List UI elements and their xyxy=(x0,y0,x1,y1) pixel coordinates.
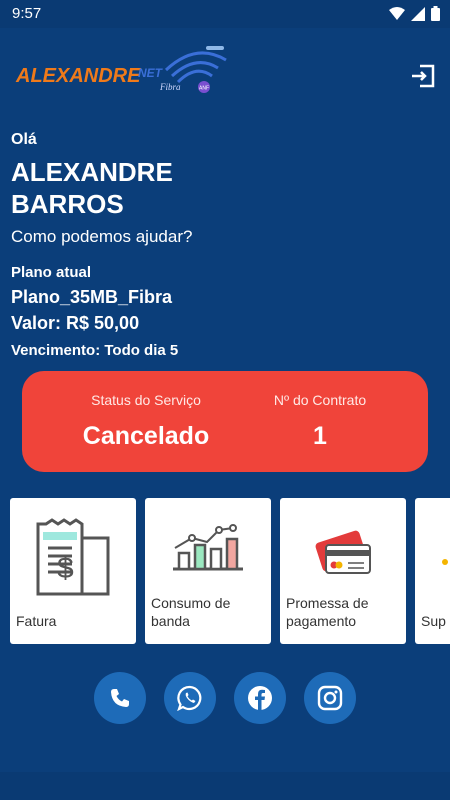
svg-text:$: $ xyxy=(57,552,74,585)
tile-fatura-label: Fatura xyxy=(16,613,57,629)
support-icon xyxy=(442,559,448,565)
invoice-icon: $ xyxy=(36,518,110,596)
svg-text:ANF: ANF xyxy=(199,86,209,92)
battery-icon xyxy=(431,6,440,21)
plan-due-date: Vencimento: Todo dia 5 xyxy=(11,342,179,359)
tile-promessa-label-line1: Promessa de xyxy=(286,595,369,611)
contract-number-label: Nº do Contrato xyxy=(273,392,367,408)
tile-suporte-label: Sup xyxy=(421,613,446,629)
bar-chart-icon xyxy=(173,524,243,571)
tile-promessa-pagamento[interactable]: Promessa de pagamento xyxy=(280,498,406,644)
contract-number-value: 1 xyxy=(313,422,327,450)
status-time: 9:57 xyxy=(12,5,42,22)
instagram-icon xyxy=(317,685,343,711)
tile-promessa-label-line2: pagamento xyxy=(286,613,357,629)
signal-icon xyxy=(411,6,425,21)
brand-logo: ANF ALEXANDRE NET Fibra xyxy=(14,44,229,104)
credit-card-icon xyxy=(315,530,371,574)
plan-label: Plano atual xyxy=(11,264,92,281)
svg-text:Fibra: Fibra xyxy=(159,82,181,92)
phone-icon xyxy=(111,689,129,707)
navigation-bar xyxy=(0,772,450,800)
status-icons xyxy=(389,6,440,21)
help-question: Como podemos ajudar? xyxy=(11,227,193,246)
logout-icon xyxy=(412,64,435,88)
tile-consumo-banda[interactable]: Consumo de banda xyxy=(145,498,271,644)
status-bar: 9:57 xyxy=(0,0,450,28)
user-name: ALEXANDRE BARROS xyxy=(11,157,173,219)
phone-button[interactable] xyxy=(94,672,146,724)
service-status-label: Status do Serviço xyxy=(91,392,201,408)
contract-column: Nº do Contrato 1 xyxy=(242,371,398,451)
svg-text:NET: NET xyxy=(138,66,164,80)
wifi-icon xyxy=(389,6,405,20)
tile-consumo-label-line2: banda xyxy=(151,613,190,629)
greeting-hello: Olá xyxy=(11,131,37,148)
whatsapp-button[interactable] xyxy=(164,672,216,724)
facebook-button[interactable] xyxy=(234,672,286,724)
tile-consumo-label-line1: Consumo de xyxy=(151,595,231,611)
service-status-column: Status do Serviço Cancelado xyxy=(60,371,232,451)
tile-suporte[interactable]: Sup xyxy=(415,498,450,644)
tile-consumo-label: Consumo de banda xyxy=(151,594,230,630)
plan-value: Valor: R$ 50,00 xyxy=(11,313,140,333)
plan-name: Plano_35MB_Fibra xyxy=(11,287,173,307)
instagram-button[interactable] xyxy=(304,672,356,724)
service-status-value: Cancelado xyxy=(82,422,210,450)
action-tiles: $ Fatura Consumo de banda Promessa de pa… xyxy=(10,498,450,645)
svg-text:ALEXANDRE: ALEXANDRE xyxy=(15,65,141,87)
logout-button[interactable] xyxy=(410,63,438,91)
tile-promessa-label: Promessa de pagamento xyxy=(286,594,368,630)
tile-fatura[interactable]: $ Fatura xyxy=(10,498,136,644)
service-status-card: Status do Serviço Cancelado Nº do Contra… xyxy=(22,371,428,472)
whatsapp-icon xyxy=(177,685,202,711)
facebook-icon xyxy=(248,686,272,710)
